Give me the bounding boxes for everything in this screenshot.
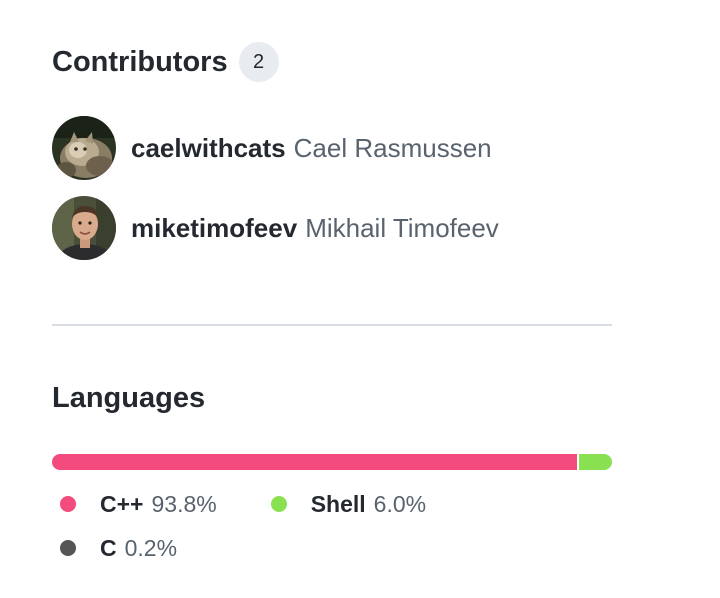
contributor-login[interactable]: caelwithcats	[131, 133, 286, 164]
language-item-cpp[interactable]: C++ 93.8%	[52, 486, 217, 522]
language-name: C++	[100, 490, 144, 517]
contributors-title[interactable]: Contributors	[52, 46, 228, 79]
contributors-list: caelwithcats Cael Rasmussen miketimofeev…	[52, 116, 499, 276]
language-color-dot	[270, 496, 287, 512]
language-item-c[interactable]: C 0.2%	[52, 530, 177, 566]
contributor-item[interactable]: caelwithcats Cael Rasmussen	[52, 116, 499, 180]
language-legend: C++ 93.8% Shell 6.0% C 0.2%	[52, 486, 612, 574]
cat-photo-avatar[interactable]	[52, 116, 116, 180]
language-percent: 93.8%	[151, 490, 217, 517]
language-name: Shell	[310, 490, 366, 517]
language-percent: 0.2%	[124, 534, 178, 561]
language-name: C	[100, 534, 117, 561]
language-color-dot	[60, 496, 76, 512]
contributor-login[interactable]: miketimofeev	[131, 213, 297, 244]
contributors-heading[interactable]: Contributors 2	[52, 42, 279, 82]
contributor-fullname: Cael Rasmussen	[293, 132, 492, 163]
languages-heading: Languages	[52, 378, 205, 418]
language-bar-segment-cpp[interactable]	[52, 454, 578, 470]
contributor-item[interactable]: miketimofeev Mikhail Timofeev	[52, 196, 499, 260]
language-bar-segment-shell[interactable]	[579, 454, 612, 470]
person-photo-avatar[interactable]	[52, 196, 116, 260]
language-color-dot	[60, 540, 76, 556]
contributor-fullname: Mikhail Timofeev	[305, 212, 499, 243]
section-divider	[52, 324, 612, 326]
contributors-count-badge: 2	[238, 42, 279, 82]
language-percent: 6.0%	[373, 490, 427, 517]
languages-title: Languages	[52, 381, 206, 414]
language-item-shell[interactable]: Shell 6.0%	[263, 486, 426, 522]
language-bar	[52, 454, 612, 470]
